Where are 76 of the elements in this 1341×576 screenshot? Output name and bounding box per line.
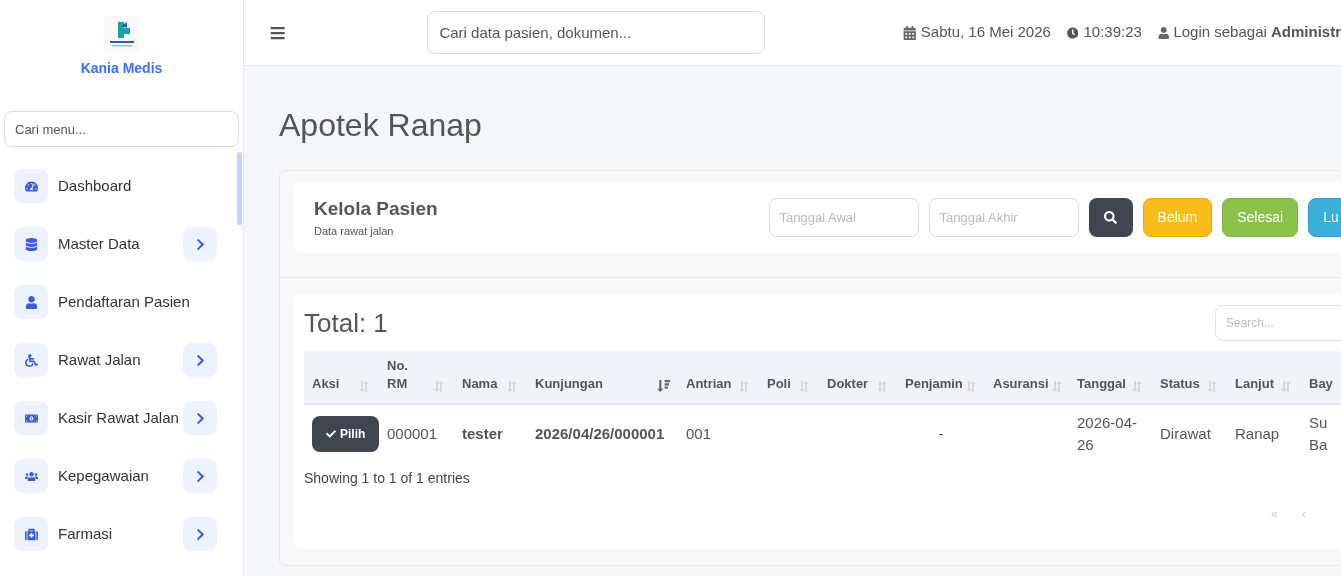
entries-info: Showing 1 to 1 of 1 entries [304, 469, 471, 488]
table-cell: 2026/04/26/000001 [535, 424, 665, 442]
banknote-icon [14, 401, 48, 435]
menu-item[interactable]: Kepegawaian [58, 464, 183, 488]
expand-button[interactable] [183, 517, 217, 551]
menu-icon[interactable] [270, 24, 286, 41]
page-title: Apotek Ranap [279, 106, 483, 145]
wheelchair-icon [14, 343, 48, 377]
column-header[interactable]: Antrian [686, 375, 732, 393]
column-header[interactable]: Dokter [827, 375, 869, 393]
search-icon [1104, 210, 1118, 224]
table-cell: 001 [686, 424, 712, 442]
sort-icon[interactable] [1131, 380, 1144, 393]
column-header[interactable]: Poli [767, 375, 791, 393]
menu-item[interactable]: Master Data [58, 232, 183, 256]
table-cell: Ranap [1235, 424, 1280, 442]
menu-item[interactable]: Kasir Rawat Jalan [58, 406, 183, 430]
total-count: Total: 1 [304, 306, 388, 340]
sort-descending-icon[interactable] [656, 379, 670, 393]
table-cell: 2026-04-26 [1077, 413, 1138, 453]
database-icon [14, 227, 48, 261]
current-date: Sabtu, 16 Mei 2026 [920, 22, 1051, 43]
user-icon [14, 285, 48, 319]
sort-icon[interactable] [1050, 380, 1064, 393]
sort-icon[interactable] [433, 380, 446, 393]
menu-search-field[interactable]: Cari menu... [4, 111, 239, 147]
end-date-field[interactable]: Tanggal Akhir [928, 197, 1079, 237]
sort-icon[interactable] [876, 380, 889, 393]
table-cell-text: Su Ba [1309, 412, 1329, 455]
check-icon [326, 428, 336, 439]
column-header[interactable]: Lanjut [1235, 375, 1274, 393]
table-search-field[interactable]: Search... [1214, 305, 1341, 341]
users-icon [14, 459, 48, 493]
column-header[interactable]: Penjamin [905, 375, 963, 393]
menu-item[interactable]: Dashboard [58, 174, 217, 198]
table-cell: Dirawat [1160, 424, 1211, 442]
column-header[interactable]: Tanggal [1077, 375, 1126, 393]
dashboard-gauge-icon [14, 169, 48, 203]
expand-button[interactable] [183, 343, 217, 377]
medical-kit-icon [14, 517, 48, 551]
card-subtitle: Data rawat jalan [314, 224, 395, 239]
sort-icon[interactable] [1206, 380, 1219, 393]
login-info: Login sebagai Administr [1173, 22, 1341, 43]
global-search-field[interactable]: Cari data pasien, dokumen... [427, 11, 766, 54]
sort-icon[interactable] [506, 380, 519, 393]
sort-icon[interactable] [1280, 380, 1293, 393]
sort-icon[interactable] [798, 380, 811, 393]
column-header[interactable]: Nama [462, 375, 498, 393]
menu-item[interactable]: Rawat Jalan [58, 348, 183, 372]
sort-icon[interactable] [738, 380, 751, 393]
sort-icon[interactable] [964, 380, 978, 393]
column-header[interactable]: Bay [1309, 375, 1333, 393]
table-cell: 000001 [387, 424, 438, 442]
menu-item[interactable]: Pendaftaran Pasien [58, 290, 217, 314]
expand-button[interactable] [183, 401, 217, 435]
table-cell: - [938, 424, 944, 442]
sort-icon[interactable] [358, 380, 371, 393]
user-icon [1157, 26, 1170, 39]
calendar-icon [903, 25, 917, 40]
select-button[interactable]: Pilih [312, 415, 380, 452]
expand-button[interactable] [183, 459, 217, 493]
column-header[interactable]: Kunjungan [535, 375, 603, 393]
clock-icon [1066, 26, 1079, 39]
expand-button[interactable] [183, 227, 217, 261]
search-button[interactable] [1088, 197, 1133, 237]
menu-item[interactable]: Farmasi [58, 522, 183, 546]
current-time: 10:39:23 [1083, 22, 1142, 43]
scrollbar-thumb[interactable] [237, 152, 242, 225]
table-cell: tester [462, 424, 503, 442]
column-header[interactable]: Asuransi [993, 375, 1049, 393]
brand-name: Kania Medis [80, 59, 163, 78]
column-header[interactable]: Status [1160, 375, 1200, 393]
start-date-field[interactable]: Tanggal Awal [768, 197, 919, 237]
card-title: Kelola Pasien [314, 196, 438, 221]
column-header[interactable]: Aksi [312, 375, 340, 393]
column-header[interactable]: No. RM [387, 357, 431, 393]
